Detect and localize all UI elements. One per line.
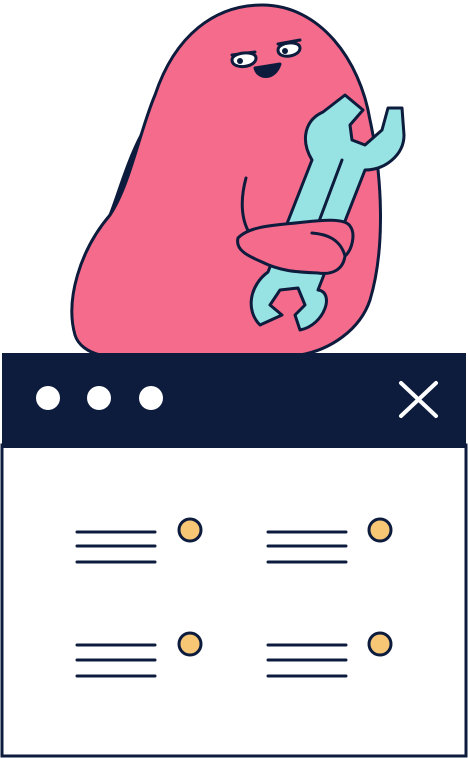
status-dot — [367, 631, 393, 657]
status-dot — [177, 517, 203, 543]
window-dot — [139, 386, 163, 410]
window-dot — [36, 386, 60, 410]
illustration-scene — [0, 3, 468, 758]
window-body — [0, 443, 468, 758]
mascot-eye-right — [276, 41, 302, 58]
window-title-bar — [2, 353, 466, 448]
mascot — [70, 3, 406, 357]
status-dot — [367, 517, 393, 543]
mascot-eye-left — [230, 51, 258, 68]
browser-window — [0, 353, 468, 758]
window-dot — [87, 386, 111, 410]
status-dot — [177, 631, 203, 657]
